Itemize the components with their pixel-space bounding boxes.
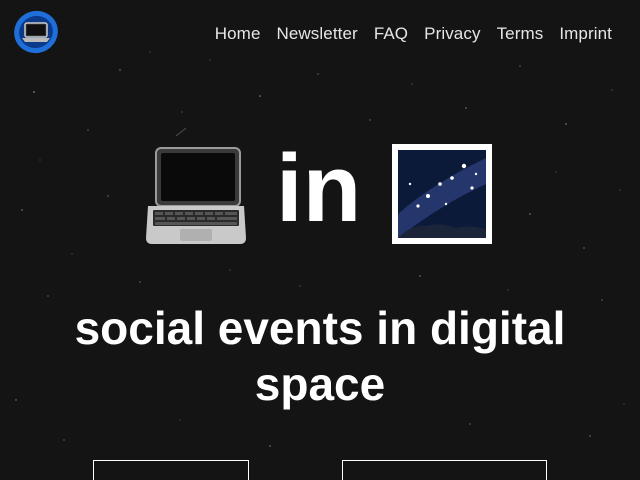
hero-heading: in — [0, 135, 640, 250]
laptop-globe-icon — [14, 10, 58, 54]
secondary-cta-button[interactable] — [342, 460, 547, 480]
nav-newsletter-link[interactable]: Newsletter — [277, 24, 358, 44]
tagline: social events in digital space — [74, 302, 566, 410]
site-logo[interactable] — [12, 8, 60, 56]
nav-imprint-link[interactable]: Imprint — [559, 24, 612, 44]
nav-privacy-link[interactable]: Privacy — [424, 24, 480, 44]
hero-word: in — [276, 135, 362, 242]
laptop-icon — [146, 147, 246, 244]
primary-cta-button[interactable] — [93, 460, 249, 480]
nav-faq-link[interactable]: FAQ — [374, 24, 408, 44]
nav-home-link[interactable]: Home — [215, 24, 261, 44]
main-nav: Home Newsletter FAQ Privacy Terms Imprin… — [215, 24, 612, 44]
milky-way-icon — [392, 144, 492, 244]
nav-terms-link[interactable]: Terms — [497, 24, 544, 44]
